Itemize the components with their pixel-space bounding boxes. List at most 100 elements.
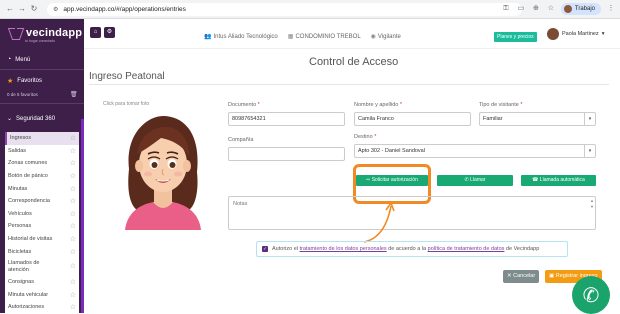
favorites-count: 0 de 5 favoritos (7, 92, 38, 97)
sidebar-item-historial[interactable]: Historial de visitas ☆ (5, 233, 79, 246)
more-icon[interactable]: ⋮ (606, 4, 616, 14)
star-outline-icon[interactable]: ☆ (70, 235, 76, 243)
sidebar-item-minuta-vehicular[interactable]: Minuta vehicular ☆ (5, 289, 79, 302)
star-outline-icon[interactable]: ☆ (70, 291, 76, 299)
star-outline-icon[interactable]: ☆ (70, 210, 76, 218)
app-logo[interactable]: vecindapp (10, 27, 82, 39)
sidebar-item-zonas-comunes[interactable]: Zonas comunes ☆ (5, 157, 79, 170)
bookmark-star-icon[interactable]: ☆ (546, 4, 556, 14)
sidebar-item-label: Salidas (8, 147, 27, 154)
caret-down-icon[interactable]: ▾ (584, 113, 595, 125)
gear-icon[interactable]: ⚙ (104, 27, 115, 38)
header-condominium: ▦ CONDOMINIO TREBOL (288, 33, 361, 40)
back-icon[interactable]: ← (4, 3, 16, 15)
header-role-label: Vigilante (377, 34, 401, 40)
trash-icon[interactable]: 🗑 (70, 91, 78, 98)
consent-text: Autorizo el tratamiento de los datos per… (272, 246, 539, 252)
header-role: ◉ Vigilante (371, 33, 401, 40)
site-info-icon[interactable]: ⚙ (53, 6, 58, 13)
avatar (547, 28, 559, 40)
politica-datos-link[interactable]: política de tratamiento de datos (428, 246, 505, 252)
llamar-button[interactable]: ✆ Llamar (437, 175, 513, 186)
annotation-arrow (363, 201, 395, 243)
required-mark: * (257, 102, 260, 108)
sidebar: vecindapp tu hogar conectado ◔ Menú ★ Fa… (0, 19, 84, 313)
menu-toggle[interactable]: ◔ Menú (7, 56, 30, 63)
photo-caption: Click para tomar foto (103, 101, 150, 107)
tipo-label: Tipo de visitante * (479, 102, 523, 108)
section-seguridad[interactable]: ⌄ Seguridad 360 (7, 115, 56, 123)
sidebar-item-label: Personas (8, 223, 32, 230)
sidebar-item-consignas[interactable]: Consignas ☆ (5, 276, 79, 289)
divider (0, 103, 84, 104)
star-outline-icon[interactable]: ☆ (70, 147, 76, 155)
caret-down-icon[interactable]: ▾ (584, 145, 595, 157)
section-label: Seguridad 360 (16, 115, 56, 122)
star-outline-icon[interactable]: ☆ (70, 222, 76, 230)
sidebar-item-autorizaciones[interactable]: Autorizaciones ☆ (5, 301, 79, 313)
caret-down-icon: ▾ (601, 31, 605, 37)
favorites-header[interactable]: ★ Favoritos (7, 77, 42, 85)
phone-fab-button[interactable]: ✆ (572, 276, 610, 314)
vecindapp-logo-icon (10, 28, 22, 38)
sidebar-item-llamados[interactable]: Llamados de atención ☆ (5, 258, 79, 276)
required-mark: * (374, 134, 377, 140)
star-outline-icon[interactable]: ☆ (70, 278, 76, 286)
star-outline-icon[interactable]: ☆ (70, 303, 76, 311)
star-outline-icon[interactable]: ☆ (70, 159, 76, 167)
forward-icon[interactable]: → (16, 3, 28, 15)
plans-button[interactable]: Planes y precios (494, 32, 537, 42)
reload-icon[interactable]: ↻ (28, 3, 40, 15)
sidebar-item-vehiculos[interactable]: Vehículos ☆ (5, 208, 79, 221)
install-icon[interactable]: ▭ (516, 4, 526, 14)
consent-prefix: Autorizo el (272, 246, 300, 252)
destino-select[interactable]: Apto 302 - Daniel Sandoval ▾ (354, 144, 596, 158)
sidebar-item-correspondencia[interactable]: Correspondencia ☆ (5, 195, 79, 208)
consent-checkbox[interactable]: ✓ (262, 246, 268, 252)
favorites-label: Favoritos (17, 78, 42, 84)
star-outline-icon[interactable]: ☆ (70, 134, 76, 142)
nombre-label: Nombre y apellido * (354, 102, 402, 108)
sidebar-item-salidas[interactable]: Salidas ☆ (5, 145, 79, 158)
star-icon: ★ (7, 78, 14, 85)
nombre-field[interactable]: Camila Franco (354, 112, 471, 126)
resize-grip-icon[interactable]: ▲ ▼ (590, 198, 594, 210)
sidebar-item-boton-panico[interactable]: Botón de pánico ☆ (5, 170, 79, 183)
profile-label: Trabajo (574, 6, 595, 12)
headset-icon: ☎ (532, 177, 540, 183)
tipo-visitante-select[interactable]: Familiar ▾ (479, 112, 596, 126)
profile-button[interactable]: Trabajo (560, 3, 601, 15)
star-outline-icon[interactable]: ☆ (70, 185, 76, 193)
star-outline-icon[interactable]: ☆ (70, 172, 76, 180)
zoom-icon[interactable]: ⊕ (531, 4, 541, 14)
address-bar[interactable]: ⚙ app.vecindapp.co/#/app/operations/entr… (47, 3, 522, 16)
save-icon: ▣ (549, 273, 556, 279)
dashboard-icon: ◔ (7, 56, 12, 63)
compania-field[interactable] (228, 147, 345, 161)
star-outline-icon[interactable]: ☆ (70, 197, 76, 205)
visitor-photo[interactable] (117, 114, 207, 230)
cancel-label: Cancelar (513, 273, 536, 279)
llamada-automatica-label: Llamada automática (539, 177, 585, 183)
sidebar-item-ingresos[interactable]: Ingresos ☆ (5, 132, 79, 145)
star-outline-icon[interactable]: ☆ (70, 248, 76, 256)
sidebar-scrollbar[interactable] (81, 119, 84, 313)
sidebar-item-personas[interactable]: Personas ☆ (5, 220, 79, 233)
star-outline-icon[interactable]: ☆ (70, 263, 76, 271)
sidebar-item-label: Consignas (8, 279, 34, 286)
consent-box: ✓ Autorizo el tratamiento de los datos p… (256, 241, 568, 257)
llamada-automatica-button[interactable]: ☎ Llamada automática (521, 175, 596, 186)
destino-label-text: Destino (354, 134, 375, 140)
home-icon[interactable]: ⌂ (90, 27, 101, 38)
key-icon[interactable]: ⚿ (501, 4, 511, 14)
documento-field[interactable]: 80987654321 (228, 112, 345, 126)
cancel-button[interactable]: ✕ Cancelar (503, 270, 540, 283)
header-condominium-label: CONDOMINIO TREBOL (295, 34, 361, 40)
user-menu[interactable]: Paola Martinez ▾ (547, 28, 604, 40)
page-title: Control de Acceso (309, 56, 399, 68)
sidebar-item-minutas[interactable]: Minutas ☆ (5, 182, 79, 195)
notas-textarea[interactable]: Notas ▲ ▼ (228, 196, 596, 230)
nombre-label-text: Nombre y apellido (354, 102, 400, 108)
datos-personales-link[interactable]: tratamiento de los datos personales (300, 246, 387, 252)
sidebar-item-bicicletas[interactable]: Bicicletas ☆ (5, 245, 79, 258)
